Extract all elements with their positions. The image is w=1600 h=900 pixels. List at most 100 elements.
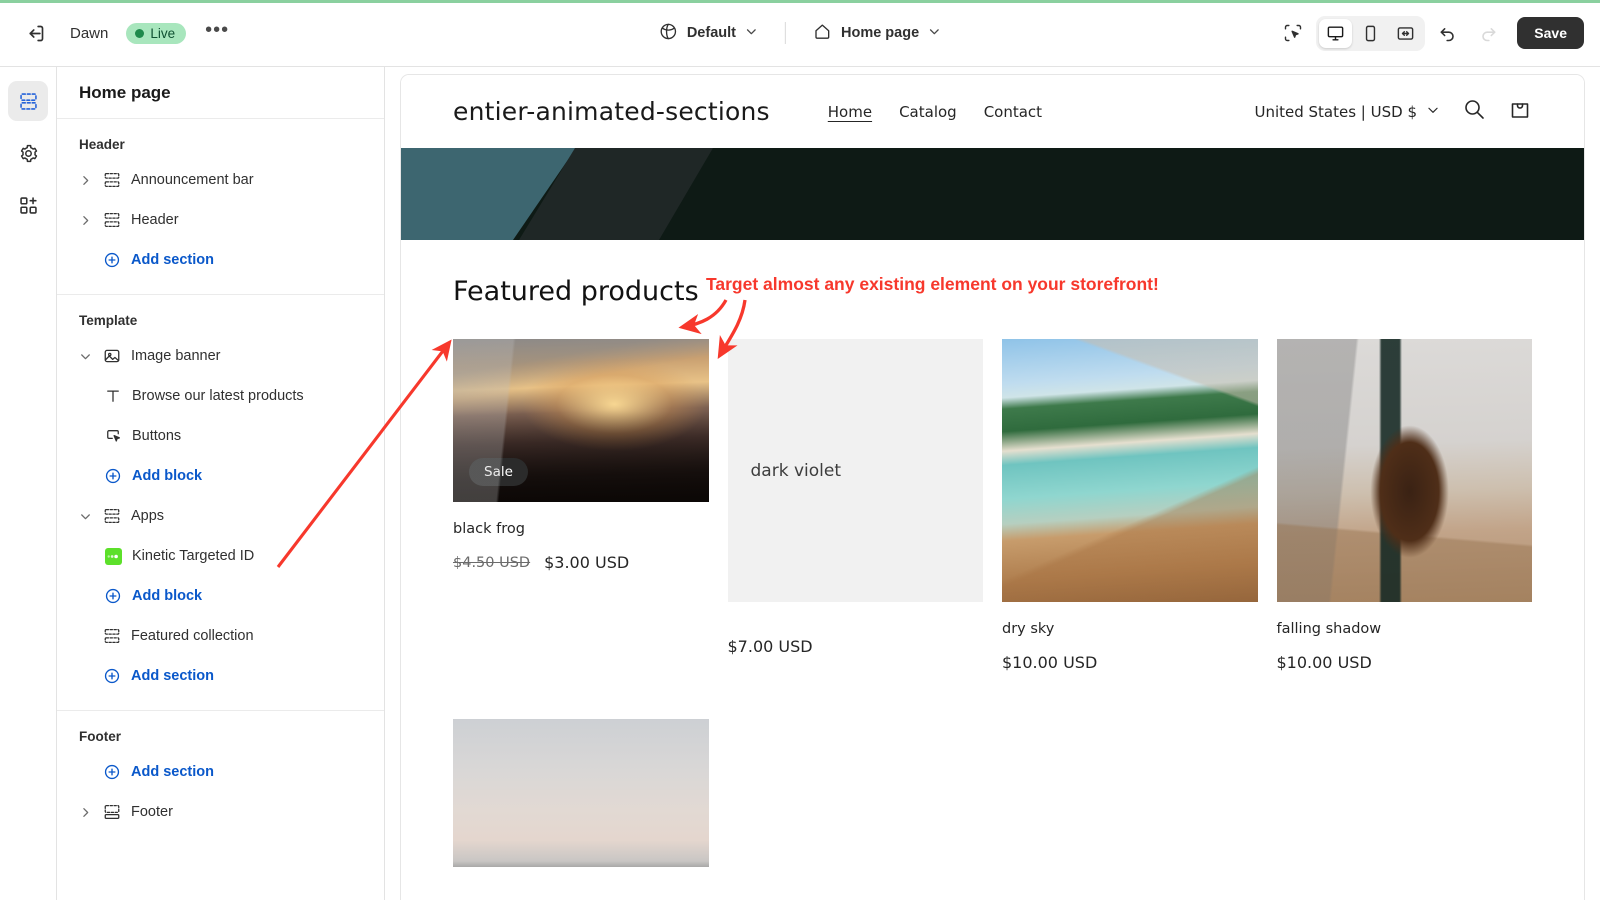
sidebar-item-kinetic-targeted-id[interactable]: Kinetic Targeted ID bbox=[67, 536, 374, 576]
plus-circle-icon bbox=[103, 467, 123, 485]
sidebar-groups: Header Announcement bar Header Add section T… bbox=[57, 119, 384, 846]
sidebar-action-add-section[interactable]: Add section bbox=[67, 656, 374, 696]
sale-badge: Sale bbox=[469, 458, 528, 486]
rail-item-apps[interactable] bbox=[8, 185, 48, 225]
product-image[interactable]: Sale bbox=[453, 339, 709, 502]
chevron-down-icon bbox=[1426, 103, 1440, 121]
topbar-divider bbox=[784, 22, 786, 44]
locale-selector[interactable]: United States | USD $ bbox=[1254, 103, 1440, 121]
sidebar-group-label: Footer bbox=[79, 729, 121, 744]
sidebar-item-label: Footer bbox=[131, 804, 173, 820]
section-icon bbox=[102, 507, 122, 525]
status-badge-label: Live bbox=[150, 25, 176, 41]
page-title: Home page bbox=[57, 67, 384, 119]
sidebar-item-apps[interactable]: Apps bbox=[67, 496, 374, 536]
chevron-right-icon[interactable] bbox=[77, 174, 93, 187]
product-card[interactable]: dry sky $10.00 USD bbox=[1002, 339, 1258, 672]
cart-icon[interactable] bbox=[1508, 97, 1532, 126]
product-title[interactable]: dry sky bbox=[1002, 621, 1258, 637]
exit-icon[interactable] bbox=[18, 16, 52, 50]
status-badge: Live bbox=[126, 22, 187, 44]
sidebar-item-label: Announcement bar bbox=[131, 172, 254, 188]
sidebar-item-label: Kinetic Targeted ID bbox=[132, 548, 255, 564]
chevron-right-icon[interactable] bbox=[77, 806, 93, 819]
product-card[interactable]: Sale black frog $4.50 USD $3.00 USD bbox=[453, 339, 709, 672]
storefront-nav-catalog[interactable]: Catalog bbox=[899, 103, 957, 121]
sidebar-item-header[interactable]: Header bbox=[67, 200, 374, 240]
footer-icon bbox=[102, 803, 122, 821]
theme-variant-label: Default bbox=[686, 25, 736, 41]
live-dot-icon bbox=[135, 28, 145, 38]
sidebar-item-featured-collection[interactable]: Featured collection bbox=[67, 616, 374, 656]
product-placeholder-text: dark violet bbox=[750, 460, 841, 481]
store-name: entier-animated-sections bbox=[453, 97, 770, 126]
chevron-down-icon[interactable] bbox=[77, 350, 93, 363]
chevron-right-icon[interactable] bbox=[77, 214, 93, 227]
globe-icon bbox=[659, 22, 678, 45]
product-price-current: $3.00 USD bbox=[544, 553, 630, 572]
section-icon bbox=[102, 171, 122, 189]
chevron-down-icon bbox=[928, 25, 941, 42]
product-card[interactable]: falling shadow $10.00 USD bbox=[1276, 339, 1533, 672]
storefront-preview: entier-animated-sections Home Catalog Cont… bbox=[400, 74, 1585, 900]
featured-collection-section: Featured products Sale black frog $4.50 US… bbox=[401, 240, 1584, 867]
top-bar: Dawn Live ••• Default Home page Save bbox=[0, 0, 1600, 67]
chevron-down-icon bbox=[745, 25, 758, 42]
search-icon[interactable] bbox=[1462, 97, 1486, 126]
sidebar-item-image-banner[interactable]: Image banner bbox=[67, 336, 374, 376]
redo-icon bbox=[1471, 16, 1505, 50]
product-price: $10.00 USD bbox=[1277, 653, 1533, 672]
desktop-icon[interactable] bbox=[1319, 18, 1353, 48]
page-selector[interactable]: Home page bbox=[802, 15, 952, 52]
product-title[interactable]: black frog bbox=[453, 521, 709, 537]
sidebar-action-add-block[interactable]: Add block bbox=[67, 576, 374, 616]
product-price-current: $10.00 USD bbox=[1276, 653, 1372, 672]
more-options-button[interactable]: ••• bbox=[200, 16, 234, 50]
product-card[interactable]: dark violet $7.00 USD bbox=[727, 339, 984, 672]
undo-icon[interactable] bbox=[1431, 16, 1465, 50]
inspect-select-icon[interactable] bbox=[1276, 16, 1310, 50]
fullwidth-icon[interactable] bbox=[1389, 19, 1422, 48]
storefront-nav-contact[interactable]: Contact bbox=[984, 103, 1042, 121]
product-image[interactable] bbox=[453, 719, 709, 867]
locale-label: United States | USD $ bbox=[1254, 102, 1417, 121]
topbar-right-group: Save bbox=[1276, 15, 1584, 51]
storefront-nav-home[interactable]: Home bbox=[828, 103, 872, 121]
sidebar-item-footer[interactable]: Footer bbox=[67, 792, 374, 832]
rail-item-settings[interactable] bbox=[8, 133, 48, 173]
sidebar-group-header: Header Announcement bar Header Add section bbox=[57, 119, 384, 295]
device-toggle-group bbox=[1316, 15, 1426, 51]
kinetic-app-icon bbox=[103, 547, 123, 565]
product-image[interactable] bbox=[1002, 339, 1258, 602]
product-image[interactable]: dark violet bbox=[727, 339, 983, 602]
product-price: $7.00 USD bbox=[728, 637, 984, 656]
theme-variant-selector[interactable]: Default bbox=[648, 15, 769, 52]
sidebar-group-label: Header bbox=[79, 137, 125, 152]
mobile-icon[interactable] bbox=[1354, 19, 1387, 48]
sidebar-item-label: Add section bbox=[131, 764, 214, 780]
sidebar-group-label: Template bbox=[79, 313, 138, 328]
product-price: $4.50 USD $3.00 USD bbox=[453, 553, 709, 572]
sidebar-item-label: Featured collection bbox=[131, 628, 254, 644]
sidebar-action-add-section[interactable]: Add section bbox=[67, 240, 374, 280]
section-icon bbox=[102, 211, 122, 229]
product-image[interactable] bbox=[1276, 339, 1532, 602]
image-banner-icon bbox=[102, 347, 122, 365]
sidebar-item-label: Add block bbox=[132, 588, 203, 604]
sidebar-action-add-section[interactable]: Add section bbox=[67, 752, 374, 792]
sidebar-item-buttons[interactable]: Buttons bbox=[67, 416, 374, 456]
chevron-down-icon[interactable] bbox=[77, 510, 93, 523]
save-button[interactable]: Save bbox=[1517, 17, 1584, 49]
product-title[interactable]: falling shadow bbox=[1277, 621, 1533, 637]
product-price: $10.00 USD bbox=[1002, 653, 1258, 672]
sidebar-action-add-block[interactable]: Add block bbox=[67, 456, 374, 496]
sidebar-group-template: Template Image banner Browse our latest pr… bbox=[57, 295, 384, 711]
sidebar-item-announcement-bar[interactable]: Announcement bar bbox=[67, 160, 374, 200]
rail-item-sections[interactable] bbox=[8, 81, 48, 121]
sidebar-item-browse-our-latest-products[interactable]: Browse our latest products bbox=[67, 376, 374, 416]
buttons-icon bbox=[103, 427, 123, 445]
product-card[interactable] bbox=[453, 719, 709, 867]
featured-products-heading: Featured products bbox=[453, 276, 699, 307]
image-banner-section[interactable] bbox=[401, 148, 1584, 240]
home-icon bbox=[813, 22, 832, 45]
